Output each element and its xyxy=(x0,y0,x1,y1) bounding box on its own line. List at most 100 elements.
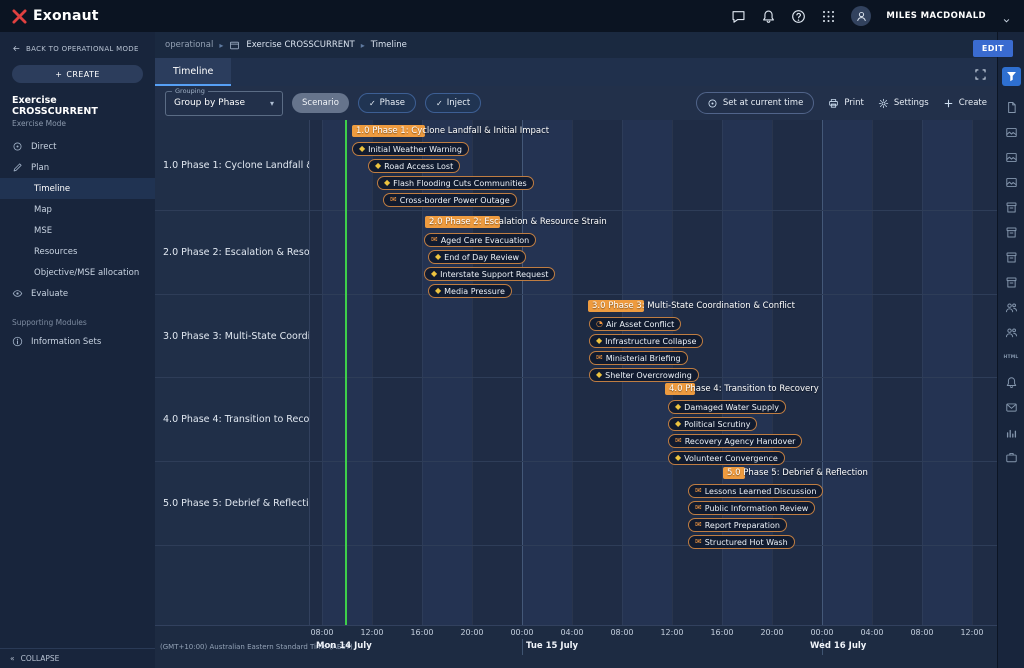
filter-chip-label: Inject xyxy=(447,98,471,108)
inject-interstate-support-request[interactable]: ◆Interstate Support Request xyxy=(424,267,555,281)
inject-aged-care-evacuation[interactable]: ✉Aged Care Evacuation xyxy=(424,233,536,247)
inject-air-asset-conflict[interactable]: ◔Air Asset Conflict xyxy=(589,317,681,331)
panel-preview-icon[interactable] xyxy=(1002,148,1021,167)
chevron-down-icon: ▾ xyxy=(270,99,274,108)
action-label: Print xyxy=(844,98,864,108)
sidebar-item-information-sets[interactable]: Information Sets xyxy=(0,331,155,352)
inject-infrastructure-collapse[interactable]: ◆Infrastructure Collapse xyxy=(589,334,703,348)
avatar[interactable] xyxy=(851,6,871,26)
breadcrumb-exercise[interactable]: Exercise CROSSCURRENT xyxy=(246,40,354,50)
help-icon[interactable] xyxy=(791,9,806,24)
warning-icon: ◆ xyxy=(435,253,441,261)
sidebar-item-evaluate[interactable]: Evaluate xyxy=(0,283,155,304)
inject-public-information-review[interactable]: ✉Public Information Review xyxy=(688,501,815,515)
users-icon[interactable] xyxy=(1002,323,1021,342)
inject-label: Initial Weather Warning xyxy=(368,145,462,154)
breadcrumb-operational[interactable]: operational xyxy=(165,40,213,50)
inject-political-scrutiny[interactable]: ◆Political Scrutiny xyxy=(668,417,757,431)
html-icon[interactable]: HTML xyxy=(1002,348,1021,367)
inject-label: End of Day Review xyxy=(444,253,519,262)
sidebar-item-direct[interactable]: Direct xyxy=(0,136,155,157)
app-root: Exonaut MILES MACDONALD BACK TO OPERATIO… xyxy=(0,0,1024,668)
inject-volunteer-convergence[interactable]: ◆Volunteer Convergence xyxy=(668,451,785,465)
inject-label: Interstate Support Request xyxy=(440,270,548,279)
sidebar-item-resources[interactable]: Resources xyxy=(0,241,155,262)
inject-road-access-lost[interactable]: ◆Road Access Lost xyxy=(368,159,460,173)
tab-timeline[interactable]: Timeline xyxy=(155,58,231,86)
inject-end-of-day-review[interactable]: ◆End of Day Review xyxy=(428,250,526,264)
row-label-phase-1: 1.0 Phase 1: Cyclone Landfall & Initia..… xyxy=(155,120,310,210)
apps-grid-icon[interactable] xyxy=(821,9,836,24)
sidebar-item-map[interactable]: Map xyxy=(0,199,155,220)
set-at-current-time-button[interactable]: Set at current time xyxy=(696,92,814,114)
panel-preview-icon[interactable] xyxy=(1002,173,1021,192)
breadcrumb-timeline: Timeline xyxy=(371,40,407,50)
chart-icon[interactable] xyxy=(1002,423,1021,442)
filter-chip-scenario[interactable]: Scenario xyxy=(292,93,349,113)
create-button[interactable]: + CREATE xyxy=(12,65,143,83)
archive-icon[interactable] xyxy=(1002,223,1021,242)
mail-icon: ✉ xyxy=(695,487,702,495)
users-icon[interactable] xyxy=(1002,298,1021,317)
notifications-bell-icon[interactable] xyxy=(761,9,776,24)
inject-media-pressure[interactable]: ◆Media Pressure xyxy=(428,284,512,298)
mail-icon: ✉ xyxy=(390,196,397,204)
filter-chip-inject[interactable]: ✓ Inject xyxy=(425,93,481,113)
archive-icon[interactable] xyxy=(1002,248,1021,267)
print-icon xyxy=(828,98,839,109)
create-button[interactable]: Create xyxy=(943,98,987,109)
row-cells-phase-5: 5.0 Phase 5: Debrief & Reflection✉Lesson… xyxy=(310,462,997,545)
inject-report-preparation[interactable]: ✉Report Preparation xyxy=(688,518,787,532)
briefcase-icon[interactable] xyxy=(1002,448,1021,467)
timeline-toolbar: Grouping Group by Phase ▾ Scenario ✓Phase… xyxy=(155,86,997,120)
sidebar-item-objective-mse-allocation[interactable]: Objective/MSE allocation xyxy=(0,262,155,283)
inject-label: Lessons Learned Discussion xyxy=(705,487,817,496)
sidebar-item-timeline[interactable]: Timeline xyxy=(0,178,155,199)
mail-icon[interactable] xyxy=(1002,398,1021,417)
warning-icon: ◆ xyxy=(675,454,681,462)
row-label-phase-5: 5.0 Phase 5: Debrief & Reflection xyxy=(155,462,310,545)
collapse-button[interactable]: « COLLAPSE xyxy=(0,648,155,668)
filter-icon[interactable] xyxy=(1002,67,1021,86)
archive-icon[interactable] xyxy=(1002,198,1021,217)
settings-button[interactable]: Settings xyxy=(878,98,929,109)
filter-chip-phase[interactable]: ✓Phase xyxy=(358,93,416,113)
plan-icon xyxy=(12,162,23,173)
chat-icon[interactable] xyxy=(731,9,746,24)
sidebar-item-label: Map xyxy=(34,205,52,215)
plus-icon: + xyxy=(55,70,62,79)
row-cells-phase-2: 2.0 Phase 2: Escalation & Resource Strai… xyxy=(310,211,997,294)
sidebar-item-plan[interactable]: Plan xyxy=(0,157,155,178)
panel-preview-icon[interactable] xyxy=(1002,123,1021,142)
inject-damaged-water-supply[interactable]: ◆Damaged Water Supply xyxy=(668,400,786,414)
sidebar-item-mse[interactable]: MSE xyxy=(0,220,155,241)
axis-tick-label: 16:00 xyxy=(402,628,442,637)
inject-cross-border-power-outage[interactable]: ✉Cross-border Power Outage xyxy=(383,193,517,207)
grouping-label: Grouping xyxy=(172,87,208,95)
direct-icon xyxy=(12,141,23,152)
bell-icon[interactable] xyxy=(1002,373,1021,392)
back-to-operational-mode-link[interactable]: BACK TO OPERATIONAL MODE xyxy=(0,32,155,57)
mail-icon: ✉ xyxy=(695,521,702,529)
axis-tick-label: 00:00 xyxy=(502,628,542,637)
inject-structured-hot-wash[interactable]: ✉Structured Hot Wash xyxy=(688,535,795,549)
timeline-row-phase-1: 1.0 Phase 1: Cyclone Landfall & Initia..… xyxy=(155,120,997,211)
inject-flash-flooding-cuts-communities[interactable]: ◆Flash Flooding Cuts Communities xyxy=(377,176,534,190)
inject-recovery-agency-handover[interactable]: ✉Recovery Agency Handover xyxy=(668,434,802,448)
print-button[interactable]: Print xyxy=(828,98,864,109)
archive-icon[interactable] xyxy=(1002,273,1021,292)
inject-ministerial-briefing[interactable]: ✉Ministerial Briefing xyxy=(589,351,688,365)
check-icon: ✓ xyxy=(436,99,443,108)
inject-initial-weather-warning[interactable]: ◆Initial Weather Warning xyxy=(352,142,469,156)
fullscreen-icon[interactable] xyxy=(974,66,987,79)
sidebar-item-label: Resources xyxy=(34,247,77,257)
grouping-select[interactable]: Grouping Group by Phase ▾ xyxy=(165,91,283,116)
sidebar: BACK TO OPERATIONAL MODE + CREATE Exerci… xyxy=(0,32,155,668)
inject-label: Air Asset Conflict xyxy=(606,320,674,329)
chevron-down-icon[interactable] xyxy=(1001,11,1012,22)
edit-button[interactable]: EDIT xyxy=(973,40,1013,57)
inject-lessons-learned-discussion[interactable]: ✉Lessons Learned Discussion xyxy=(688,484,823,498)
inject-shelter-overcrowding[interactable]: ◆Shelter Overcrowding xyxy=(589,368,699,382)
file-icon[interactable] xyxy=(1002,98,1021,117)
clock-icon: ◔ xyxy=(596,320,603,328)
